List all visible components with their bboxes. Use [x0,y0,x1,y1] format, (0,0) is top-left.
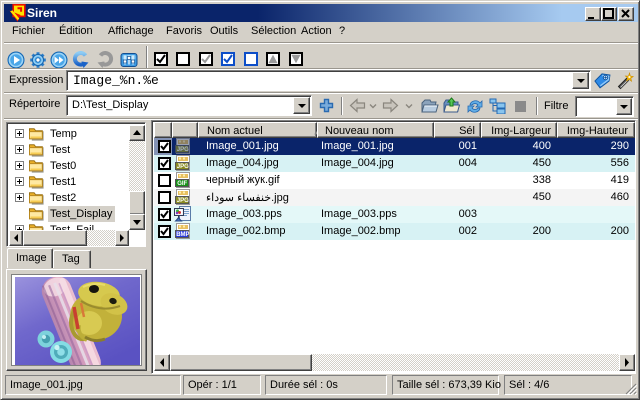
svg-text:JPG: JPG [177,198,189,204]
svg-text:GIF: GIF [177,181,187,187]
svg-text:BMP: BMP [176,232,189,238]
svg-text:JPG: JPG [177,164,189,170]
